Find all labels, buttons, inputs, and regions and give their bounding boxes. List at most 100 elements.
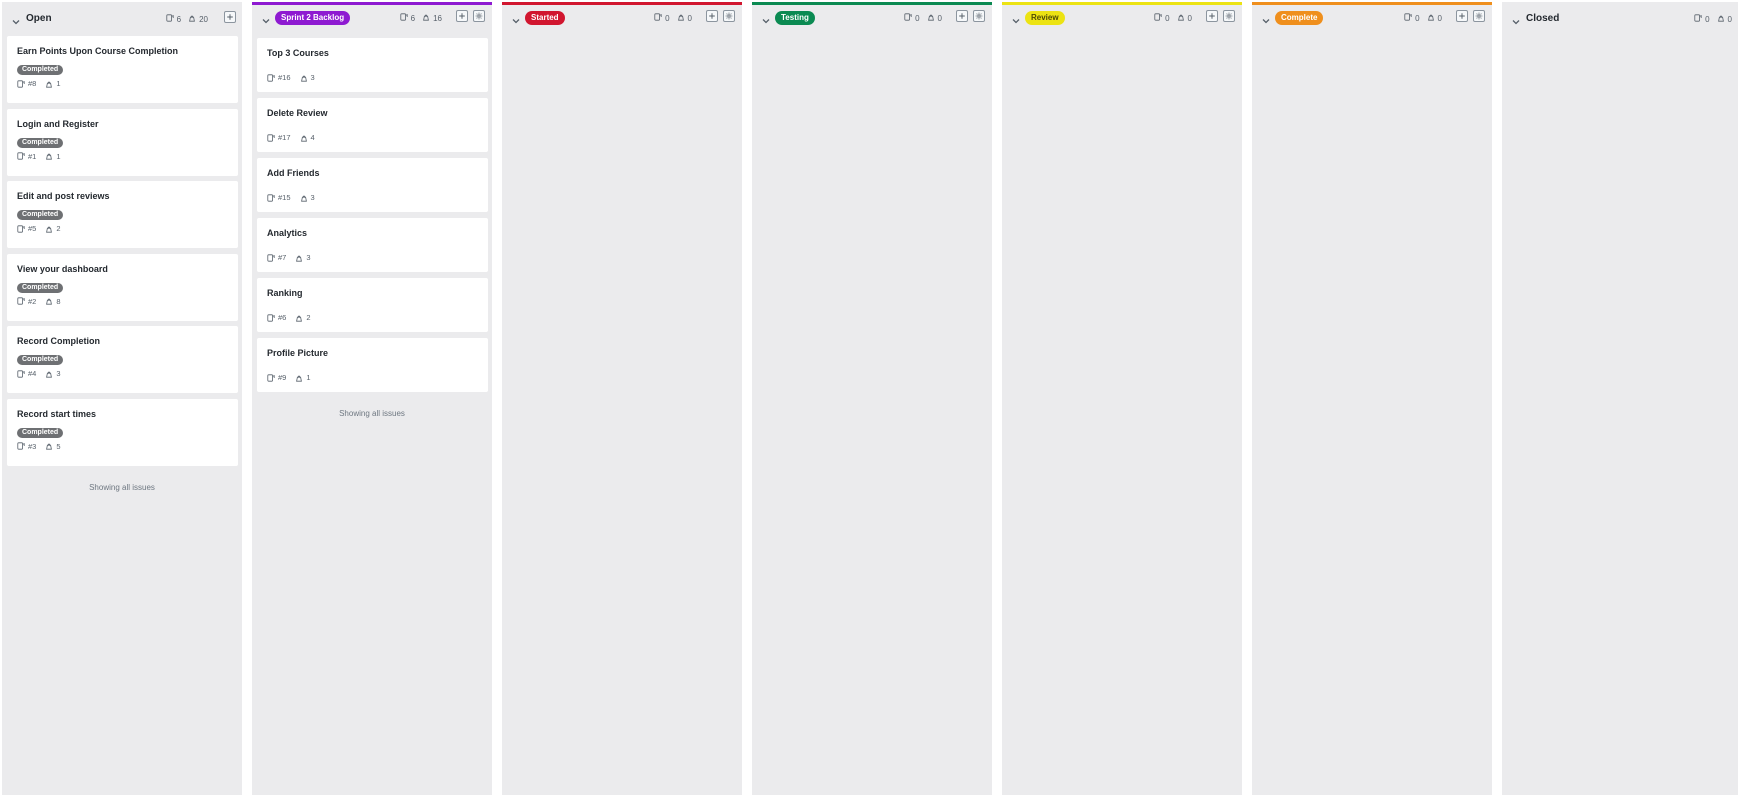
showing-all-issues: Showing all issues	[89, 483, 155, 492]
issue-title[interactable]: Delete Review	[267, 108, 328, 118]
issue-card[interactable]: Profile Picture #9 1	[257, 338, 488, 392]
status-label: Completed	[17, 355, 64, 365]
gear-icon	[725, 12, 733, 20]
issue-card[interactable]: Record Completion Completed #4 3	[7, 326, 238, 393]
issue-title[interactable]: Record Completion	[17, 336, 100, 346]
gear-icon	[1225, 12, 1233, 20]
column-stats: 00	[654, 13, 692, 23]
board-column: Open 6 20 Earn Points Upon Course Completio…	[2, 2, 242, 795]
issue-title[interactable]: Profile Picture	[267, 348, 328, 358]
column-header: Closed 0 0	[1502, 5, 1738, 33]
issue-icon	[267, 133, 275, 142]
issue-card[interactable]: Login and Register Completed #1 1	[7, 108, 238, 176]
column-settings-button[interactable]	[1223, 10, 1235, 22]
issue-card[interactable]: Earn Points Upon Course Completion Comple…	[7, 36, 238, 103]
add-issue-button[interactable]	[956, 10, 968, 22]
issue-number: #6	[278, 313, 287, 322]
column-status-pill: Review	[1025, 11, 1065, 25]
board-column: Started 0 0	[502, 2, 742, 795]
issue-points: 1	[306, 373, 311, 382]
issue-count: 6	[410, 13, 416, 23]
column-settings-button[interactable]	[723, 10, 735, 22]
column-status-pill: Started	[525, 11, 565, 25]
column-title: Open	[26, 13, 52, 24]
issue-icon	[267, 73, 275, 82]
status-label: Completed	[17, 282, 64, 293]
column-header: Open 6 20	[2, 5, 242, 33]
issue-points: 2	[306, 313, 311, 322]
issue-card[interactable]: Analytics #7 3	[257, 218, 488, 272]
chevron-down-icon[interactable]	[11, 14, 21, 25]
board-column: Closed 0 0	[1502, 2, 1738, 795]
issue-icon	[267, 193, 275, 202]
issue-number: #7	[278, 253, 287, 262]
issue-card[interactable]: Edit and post reviews Completed #5 2	[7, 181, 238, 248]
issue-title[interactable]: Login and Register	[17, 119, 99, 129]
chevron-down-icon[interactable]	[1511, 14, 1521, 25]
chevron-down-icon[interactable]	[761, 13, 771, 24]
issue-points: 3	[56, 369, 61, 378]
column-title: Closed	[1526, 13, 1560, 24]
issue-count: 0	[1165, 13, 1170, 23]
issue-title[interactable]: Analytics	[267, 228, 307, 238]
issue-meta: #5 2	[17, 224, 61, 233]
issue-title[interactable]: Edit and post reviews	[17, 191, 110, 201]
issue-title[interactable]: Add Friends	[267, 168, 320, 178]
issue-meta: #1 1	[17, 152, 61, 161]
issue-title[interactable]: Top 3 Courses	[267, 48, 329, 58]
issue-icon	[267, 253, 275, 262]
add-issue-button[interactable]	[706, 10, 718, 22]
issue-title[interactable]: View your dashboard	[17, 264, 108, 274]
points-weight-icon	[300, 134, 308, 142]
issue-icon	[17, 224, 25, 233]
issue-points: 1	[56, 151, 61, 161]
issue-number: #4	[28, 369, 37, 378]
issue-title[interactable]: Ranking	[267, 288, 303, 298]
points-count: 0	[687, 13, 692, 23]
gear-icon	[1475, 12, 1483, 20]
column-status-pill: Sprint 2 Backlog	[275, 11, 351, 25]
issue-meta: #3 5	[17, 442, 61, 451]
gear-icon	[475, 12, 483, 20]
issue-icon	[904, 13, 912, 23]
points-count: 0	[937, 13, 942, 23]
column-settings-button[interactable]	[473, 10, 485, 22]
points-weight-icon	[45, 442, 53, 450]
column-header: Complete 0 0	[1252, 4, 1492, 32]
issue-card[interactable]: Record start times Completed #3 5	[7, 398, 238, 466]
column-settings-button[interactable]	[973, 10, 985, 22]
issue-title[interactable]: Earn Points Upon Course Completion	[17, 46, 178, 56]
issue-card[interactable]: Add Friends #15 3	[257, 158, 488, 212]
issue-card[interactable]: Ranking #6 2	[257, 278, 488, 332]
issue-count: 0	[1415, 13, 1420, 23]
points-weight-icon	[1427, 13, 1435, 23]
add-issue-button[interactable]	[1456, 10, 1468, 22]
column-header: Started 0 0	[502, 4, 742, 32]
issue-number: #5	[28, 224, 37, 233]
issue-card[interactable]: View your dashboard Completed #2 8	[7, 253, 238, 321]
issue-title[interactable]: Record start times	[17, 409, 96, 419]
issue-points: 5	[56, 441, 61, 451]
status-label: Completed	[17, 137, 64, 148]
chevron-down-icon[interactable]	[261, 13, 271, 24]
column-settings-button[interactable]	[1473, 10, 1485, 22]
chevron-down-icon[interactable]	[511, 13, 521, 24]
issue-number: #1	[28, 151, 37, 161]
add-issue-button[interactable]	[1206, 10, 1218, 22]
add-issue-button[interactable]	[456, 10, 468, 22]
add-issue-button[interactable]	[224, 11, 236, 23]
chevron-down-icon[interactable]	[1261, 13, 1271, 24]
chevron-down-icon[interactable]	[1011, 13, 1021, 24]
issue-card[interactable]: Top 3 Courses #16 3	[257, 38, 488, 92]
points-count: 16	[433, 13, 442, 23]
issue-icon	[1154, 13, 1162, 23]
points-weight-icon	[295, 314, 303, 322]
points-weight-icon	[295, 254, 303, 262]
column-stats: 00	[904, 13, 942, 23]
issue-icon	[654, 13, 662, 23]
points-weight-icon	[1177, 13, 1185, 23]
issue-meta: #2 8	[17, 297, 61, 306]
points-count: 0	[1187, 13, 1192, 23]
issue-card[interactable]: Delete Review #17 4	[257, 98, 488, 152]
column-stats: 6 16	[400, 13, 442, 23]
